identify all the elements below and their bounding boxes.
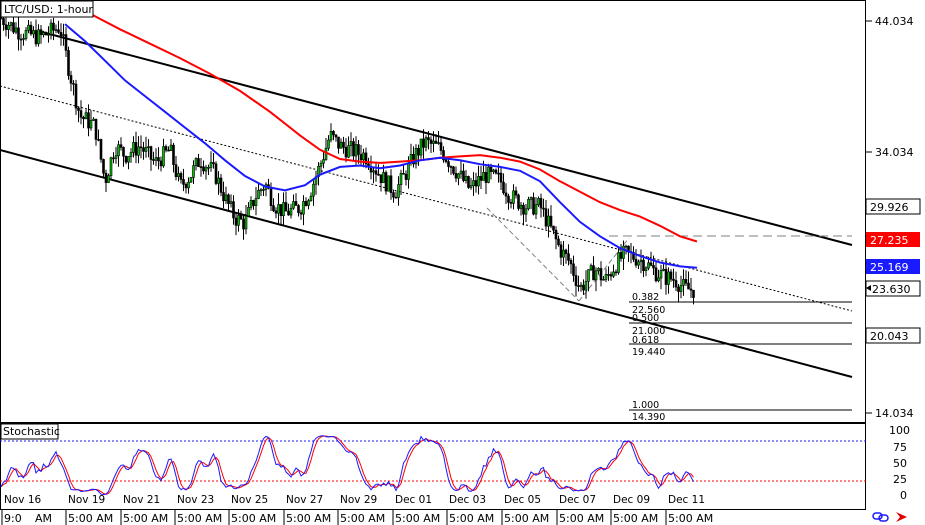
x-time-label: 5:00 AM [613,512,658,525]
link-icon[interactable] [872,512,889,522]
x-date-label: Nov 25 [231,494,268,506]
x-time-label: 5:00 AM [177,512,222,525]
fib-ratio-0500: 0.500 [632,313,659,324]
price-axis: 44.034 34.034 14.034 [866,15,914,420]
candlestick [189,177,193,183]
x-date-label: Nov 23 [177,494,214,506]
price-tag-29926: 29.926 [870,201,909,214]
stoch-tick-50: 50 [893,457,907,470]
fib-price-0618: 19.440 [632,347,665,358]
ltc-usd-chart: 0.382 22.560 0.500 21.000 0.618 19.440 1… [0,0,921,525]
scroll-arrow-icon[interactable] [896,512,907,522]
chart-title: LTC/USD: 1-hour [4,3,93,16]
candlestick [517,193,520,211]
fib-price-1000: 14.390 [632,412,665,423]
x-time-label: 5:00 AM [668,512,713,525]
stoch-tick-100: 100 [889,424,910,437]
main-plot-frame [0,0,866,423]
x-time-label: 5:00 AM [231,512,276,525]
candlestick [99,138,103,163]
price-tag-20043: 20.043 [870,330,909,343]
x-time-label: 5:00 AM [123,512,168,525]
fib-ratio-0618: 0.618 [632,335,659,346]
candlestick [387,175,390,192]
x-date-label: Dec 03 [449,494,486,506]
x-date-label: Nov 21 [123,494,160,506]
stochastic-axis: 100 75 50 25 0 [889,424,910,502]
stoch-tick-75: 75 [893,441,907,454]
price-tags: 29.926 27.235 25.169 23.630 20.043 [865,198,921,344]
x-time-label: 5:00 AM [68,512,113,525]
stochastic-label: Stochastic [3,425,60,438]
price-tag-27235: 27.235 [870,234,909,247]
price-tag-23630: 23.630 [872,283,911,296]
x-date-label: Dec 11 [668,494,705,506]
candlestick [67,46,70,80]
candlestick [214,161,218,186]
fib-ratio-1000: 1.000 [632,400,659,411]
x-time-label: 5:00 AM [395,512,440,525]
x-date-label: Dec 01 [395,494,432,506]
x-date-label: Dec 05 [504,494,541,506]
y-tick-44034: 44.034 [875,15,914,28]
stoch-tick-0: 0 [900,489,907,502]
x-time-label: 5:00 AM [559,512,604,525]
x-time-label: 5:00 AM [286,512,331,525]
x-date-label: Dec 09 [613,494,650,506]
candlestick [384,170,388,195]
y-tick-14034: 14.034 [875,407,914,420]
stoch-tick-25: 25 [893,473,907,486]
x-date-label: Nov 29 [340,494,377,506]
x-time-label: AM [35,512,52,525]
fib-ratio-0382: 0.382 [632,292,659,303]
x-time-label: 5:00 AM [340,512,385,525]
x-time-label: 9:0 [4,512,22,525]
price-tag-25169: 25.169 [870,261,909,274]
x-date-label: Nov 16 [4,494,42,506]
x-date-label: Nov 19 [68,494,105,506]
x-date-label: Dec 07 [559,494,596,506]
y-tick-34034: 34.034 [875,146,914,159]
x-time-label: 5:00 AM [449,512,494,525]
x-date-label: Nov 27 [286,494,323,506]
x-time-label: 5:00 AM [504,512,549,525]
candlestick [467,175,470,189]
